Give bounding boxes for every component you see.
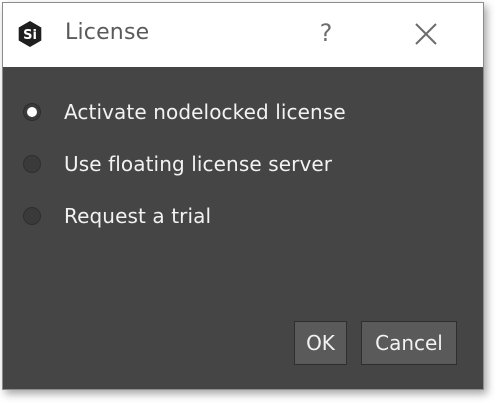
cancel-button[interactable]: Cancel <box>361 321 457 365</box>
dialog-content: Activate nodelocked license Use floating… <box>3 67 483 389</box>
option-label: Activate nodelocked license <box>64 100 346 124</box>
radio-button[interactable] <box>23 207 41 225</box>
svg-text:Si: Si <box>23 28 37 43</box>
option-label: Use floating license server <box>64 152 333 176</box>
window-title: License <box>65 20 150 45</box>
title-bar[interactable]: Si License ? <box>3 3 483 67</box>
option-trial[interactable]: Request a trial <box>23 201 211 231</box>
help-button[interactable]: ? <box>311 15 341 51</box>
option-nodelocked[interactable]: Activate nodelocked license <box>23 97 346 127</box>
close-icon[interactable] <box>411 19 441 49</box>
license-dialog: Si License ? Activate nodelocked license… <box>2 2 484 390</box>
si-logo-icon: Si <box>18 21 42 47</box>
radio-button[interactable] <box>23 155 41 173</box>
ok-button[interactable]: OK <box>294 321 347 365</box>
radio-button-selected[interactable] <box>23 103 41 121</box>
option-floating[interactable]: Use floating license server <box>23 149 332 179</box>
option-label: Request a trial <box>64 204 212 228</box>
